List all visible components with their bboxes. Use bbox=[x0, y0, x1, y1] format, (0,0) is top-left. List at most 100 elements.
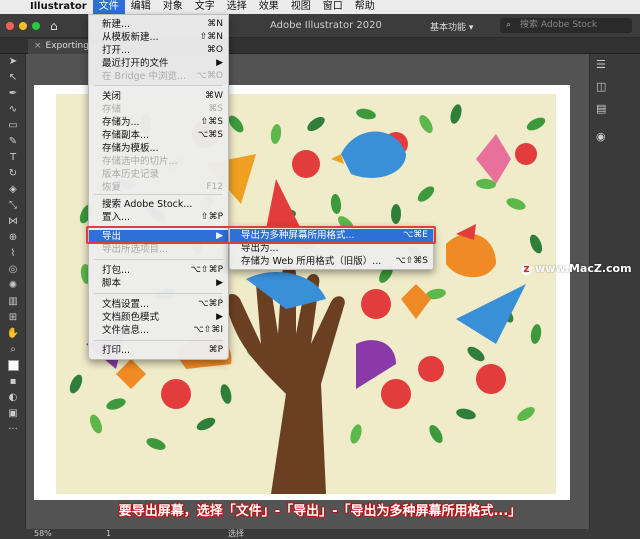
menu-item-shortcut: ⌥⌘S bbox=[197, 130, 223, 140]
file-menu-item[interactable]: 文档设置... ⌥⌘P bbox=[89, 298, 228, 311]
close-tab-icon[interactable]: × bbox=[34, 41, 42, 51]
menu-separator bbox=[94, 194, 223, 195]
file-menu-item[interactable]: 文档颜色模式 ▶ bbox=[89, 311, 228, 324]
workspace-switcher[interactable]: 基本功能 ▾ bbox=[430, 20, 473, 33]
file-menu-item: 存储选中的切片... bbox=[89, 155, 228, 168]
menu-item-label: 最近打开的文件 bbox=[102, 58, 169, 69]
menu-select[interactable]: 选择 bbox=[221, 0, 253, 14]
screen-mode-icon[interactable]: ▣ bbox=[0, 406, 26, 422]
menu-item-label: 打印... bbox=[102, 345, 131, 356]
menu-item-shortcut: ▶ bbox=[216, 278, 223, 288]
file-menu-item[interactable]: 关闭 ⌘W bbox=[89, 90, 228, 103]
scale-tool-icon[interactable]: ⤡ bbox=[0, 198, 26, 214]
file-menu-item[interactable]: 存储为... ⇧⌘S bbox=[89, 116, 228, 129]
menu-object[interactable]: 对象 bbox=[157, 0, 189, 14]
shape-builder-tool-icon[interactable]: ⊕ bbox=[0, 230, 26, 246]
menu-item-shortcut: ⇧⌘P bbox=[201, 212, 223, 222]
home-icon[interactable]: ⌂ bbox=[50, 19, 64, 33]
blend-tool-icon[interactable]: ◎ bbox=[0, 262, 26, 278]
menu-item-label: 存储选中的切片... bbox=[102, 156, 178, 167]
file-menu-item[interactable]: 从模板新建... ⇧⌘N bbox=[89, 31, 228, 44]
menu-effect[interactable]: 效果 bbox=[253, 0, 285, 14]
file-menu-item[interactable]: 文件信息... ⌥⇧⌘I bbox=[89, 324, 228, 337]
file-menu-item[interactable]: 搜索 Adobe Stock... bbox=[89, 198, 228, 211]
fill-stroke-swatch[interactable] bbox=[0, 358, 26, 374]
zoom-level[interactable]: 58% bbox=[34, 529, 52, 539]
hand-tool-icon[interactable]: ✋ bbox=[0, 326, 26, 342]
close-window-button[interactable] bbox=[6, 22, 14, 30]
rectangle-tool-icon[interactable]: ▭ bbox=[0, 118, 26, 134]
libraries-panel-icon[interactable]: ▤ bbox=[596, 102, 616, 120]
menu-item-label: 存储为 Web 所用格式（旧版）... bbox=[241, 256, 382, 267]
minimize-window-button[interactable] bbox=[19, 22, 27, 30]
properties-panel-icon[interactable]: ☰ bbox=[596, 58, 616, 76]
workspace-label: 基本功能 bbox=[430, 23, 467, 33]
watermark-logo-icon: Z bbox=[521, 264, 532, 275]
layers-panel-icon[interactable]: ◫ bbox=[596, 80, 616, 98]
appearance-panel-icon[interactable]: ◉ bbox=[596, 130, 616, 148]
more-tools-icon[interactable]: ··· bbox=[0, 422, 26, 438]
menu-item-label: 文档颜色模式 bbox=[102, 312, 160, 323]
fill-swatch[interactable] bbox=[7, 359, 19, 371]
tutorial-caption: 要导出屏幕，选择「文件」-「导出」-「导出为多种屏幕所用格式...」 bbox=[118, 504, 522, 519]
menu-item-label: 恢复 bbox=[102, 182, 122, 193]
menu-item-label: 文档设置... bbox=[102, 299, 150, 310]
export-submenu-item[interactable]: 存储为 Web 所用格式（旧版）... ⌥⇧⌘S bbox=[230, 255, 433, 268]
menu-separator bbox=[94, 85, 223, 86]
curvature-tool-icon[interactable]: ∿ bbox=[0, 102, 26, 118]
menu-item-label: 置入... bbox=[102, 212, 131, 223]
menu-view[interactable]: 视图 bbox=[285, 0, 317, 14]
file-menu-item[interactable]: 置入... ⇧⌘P bbox=[89, 211, 228, 224]
menu-window[interactable]: 窗口 bbox=[317, 0, 349, 14]
zoom-tool-icon[interactable]: ⌕ bbox=[0, 342, 26, 358]
file-menu-item[interactable]: 打印... ⌘P bbox=[89, 344, 228, 357]
type-tool-icon[interactable]: T bbox=[0, 150, 26, 166]
rotate-tool-icon[interactable]: ↻ bbox=[0, 166, 26, 182]
status-bar: 58% 1 选择 bbox=[0, 529, 640, 539]
file-menu-item[interactable]: 最近打开的文件 ▶ bbox=[89, 57, 228, 70]
file-menu-item[interactable]: 存储副本... ⌥⌘S bbox=[89, 129, 228, 142]
menu-item-label: 存储 bbox=[102, 104, 122, 115]
width-tool-icon[interactable]: ⋈ bbox=[0, 214, 26, 230]
tools-panel: ➤ ↖ ✒ ∿ ▭ ✎ T ↻ ◈ ⤡ ⋈ ⊕ ⌇ ◎ ✺ ▥ ⊞ ✋ ⌕ ▪ … bbox=[0, 54, 26, 529]
file-menu-item: 导出所选项目... bbox=[89, 243, 228, 256]
graph-tool-icon[interactable]: ▥ bbox=[0, 294, 26, 310]
file-menu-item[interactable]: 新建... ⌘N bbox=[89, 18, 228, 31]
tutorial-highlight-box bbox=[86, 226, 436, 244]
menu-edit[interactable]: 编辑 bbox=[125, 0, 157, 14]
pen-tool-icon[interactable]: ✒ bbox=[0, 86, 26, 102]
menubar: Illustrator 文件 编辑 对象 文字 选择 效果 视图 窗口 帮助 bbox=[0, 0, 640, 14]
stock-search-input[interactable]: ⌕ 搜索 Adobe Stock bbox=[500, 18, 632, 33]
menu-item-label: 关闭 bbox=[102, 91, 122, 102]
search-placeholder: 搜索 Adobe Stock bbox=[520, 20, 598, 30]
artboard-number[interactable]: 1 bbox=[106, 529, 111, 539]
app-menu[interactable]: Illustrator bbox=[24, 0, 93, 14]
zoom-window-button[interactable] bbox=[32, 22, 40, 30]
menu-item-label: 脚本 bbox=[102, 278, 122, 289]
menu-item-shortcut: ⇧⌘N bbox=[199, 32, 223, 42]
color-mode-icon[interactable]: ▪ bbox=[0, 374, 26, 390]
file-menu-item[interactable]: 存储为模板... bbox=[89, 142, 228, 155]
selection-tool-icon[interactable]: ➤ bbox=[0, 54, 26, 70]
file-menu-item[interactable]: 脚本 ▶ bbox=[89, 277, 228, 290]
menu-item-shortcut: ⌘S bbox=[208, 104, 223, 114]
menu-type[interactable]: 文字 bbox=[189, 0, 221, 14]
file-menu-item[interactable]: 打开... ⌘O bbox=[89, 44, 228, 57]
artboard-tool-icon[interactable]: ⊞ bbox=[0, 310, 26, 326]
file-menu-item[interactable]: 打包... ⌥⇧⌘P bbox=[89, 264, 228, 277]
menu-item-shortcut: ⌥⇧⌘I bbox=[193, 325, 223, 335]
pencil-tool-icon[interactable]: ✎ bbox=[0, 134, 26, 150]
file-menu-dropdown: 新建... ⌘N 从模板新建... ⇧⌘N 打开... ⌘O 最近打开的文件 ▶ 在 Bridg… bbox=[88, 14, 229, 360]
menu-help[interactable]: 帮助 bbox=[349, 0, 381, 14]
drawing-mode-icon[interactable]: ◐ bbox=[0, 390, 26, 406]
symbol-sprayer-tool-icon[interactable]: ✺ bbox=[0, 278, 26, 294]
file-menu-item: 恢复 F12 bbox=[89, 181, 228, 194]
menu-item-label: 存储副本... bbox=[102, 130, 150, 141]
menu-file[interactable]: 文件 bbox=[92, 0, 125, 14]
direct-selection-tool-icon[interactable]: ↖ bbox=[0, 70, 26, 86]
app-title: Adobe Illustrator 2020 bbox=[270, 20, 382, 31]
eraser-tool-icon[interactable]: ◈ bbox=[0, 182, 26, 198]
menu-item-label: 文件信息... bbox=[102, 325, 150, 336]
eyedropper-tool-icon[interactable]: ⌇ bbox=[0, 246, 26, 262]
menu-item-label: 从模板新建... bbox=[102, 32, 159, 43]
